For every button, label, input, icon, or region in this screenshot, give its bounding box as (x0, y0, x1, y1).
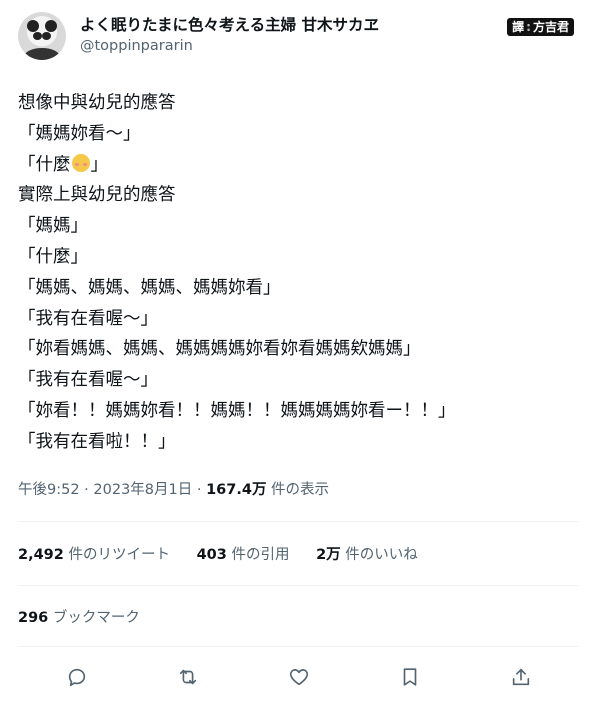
engagement-stats: 2,492 件のリツイート 403 件の引用 2万 件のいいね (18, 543, 440, 564)
reply-button[interactable] (60, 660, 94, 694)
avatar-body (24, 48, 60, 60)
tweet-header: よく眠りたまに色々考える主婦 甘木サカヱ @toppinpararin 譯: 方吉… (18, 12, 580, 62)
retweets-label: 件のリツイート (63, 547, 170, 563)
retweet-button[interactable] (171, 660, 205, 694)
tweet-line: 實際上與幼兒的應答 (18, 185, 176, 206)
avatar-ear (45, 20, 57, 32)
author-names: よく眠りたまに色々考える主婦 甘木サカヱ @toppinpararin (80, 14, 379, 56)
bookmark-icon (403, 668, 417, 686)
tweet-text: 想像中與幼兒的應答 「媽媽妳看～」 「什麼」 實際上與幼兒的應答 「媽媽」 「什… (18, 88, 578, 458)
divider (18, 646, 578, 647)
bookmarks-count: 296 (18, 610, 49, 626)
tweet-line: 「我有在看啦！！」 (18, 431, 176, 452)
avatar-eye (33, 32, 42, 40)
retweet-icon (179, 669, 197, 685)
bookmark-button[interactable] (393, 660, 427, 694)
tweet-line: 「我有在看喔～」 (18, 308, 158, 329)
tweet-line: 「媽媽妳看～」 (18, 123, 141, 144)
author-handle[interactable]: @toppinpararin (80, 36, 379, 56)
reply-icon (68, 668, 86, 687)
avatar-ear (27, 20, 39, 32)
tweet-line-end: 」 (90, 154, 109, 175)
tweet-line: 「妳看！！媽媽妳看！！媽媽！！媽媽媽媽妳看ー！！」 (18, 400, 456, 421)
retweets-stat[interactable]: 2,492 件のリツイート (18, 547, 170, 563)
tweet-line: 「什麼」 (18, 246, 88, 267)
avatar[interactable] (18, 12, 66, 60)
like-button[interactable] (282, 660, 316, 694)
likes-count: 2万 (316, 547, 341, 563)
tweet-line: 「媽媽」 (18, 216, 88, 237)
share-button[interactable] (504, 660, 538, 694)
retweets-count: 2,492 (18, 547, 64, 563)
like-icon (289, 669, 309, 686)
divider (18, 585, 578, 586)
meta-separator: · (79, 482, 94, 498)
tweet-line: 「媽媽、媽媽、媽媽、媽媽妳看」 (18, 277, 281, 298)
likes-label: 件のいいね (340, 547, 418, 563)
tweet-time[interactable]: 午後9:52 (18, 482, 80, 498)
bookmarks-label: ブックマーク (48, 610, 140, 626)
author-display-name[interactable]: よく眠りたまに色々考える主婦 甘木サカヱ (80, 14, 379, 36)
translator-watermark: 譯: 方吉君 (507, 18, 574, 36)
quotes-label: 件の引用 (226, 547, 290, 563)
action-bar (18, 660, 578, 694)
divider (18, 521, 578, 522)
quotes-stat[interactable]: 403 件の引用 (197, 547, 290, 563)
tweet-line-text: 「什麼 (18, 154, 71, 175)
views-label: 件の表示 (266, 482, 330, 498)
tweet-line: 「什麼」 (18, 150, 578, 181)
tweet-line: 想像中與幼兒的應答 (18, 93, 176, 113)
likes-stat[interactable]: 2万 件のいいね (316, 547, 418, 563)
tweet-date[interactable]: 2023年8月1日 (93, 482, 192, 498)
smiling-face-with-blush-icon (71, 153, 90, 172)
meta-separator: · (192, 482, 207, 498)
share-icon (512, 668, 530, 686)
tweet-line: 「我有在看喔～」 (18, 370, 158, 391)
quotes-count: 403 (196, 547, 227, 563)
avatar-eye (42, 32, 51, 40)
views-count: 167.4万 (206, 482, 267, 498)
bookmarks-stat[interactable]: 296 ブックマーク (18, 606, 140, 627)
tweet-line: 「妳看媽媽、媽媽、媽媽媽媽妳看妳看媽媽欸媽媽」 (18, 339, 421, 360)
watermark-right: 方吉君 (532, 20, 569, 34)
watermark-left: 譯 (512, 20, 525, 34)
tweet-meta: 午後9:52 · 2023年8月1日 · 167.4万 件の表示 (18, 478, 329, 499)
